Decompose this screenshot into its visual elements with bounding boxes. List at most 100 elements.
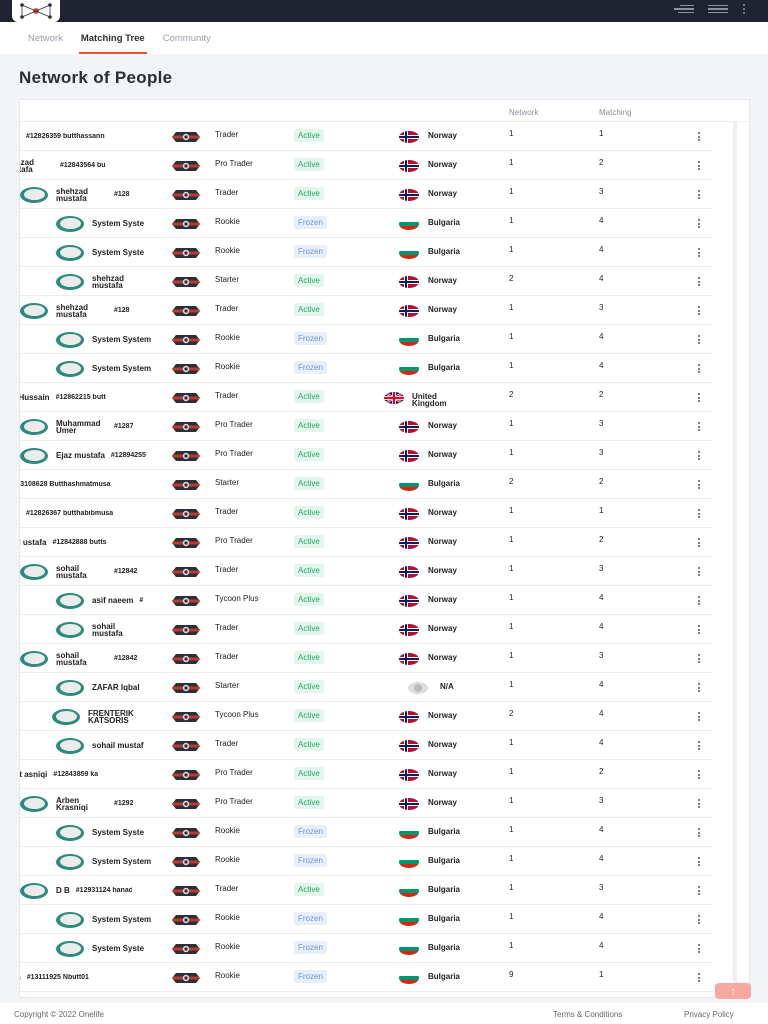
country-name: Bulgaria — [428, 914, 461, 923]
table-row[interactable]: System System Rookie Frozen Bulgaria 1 4 — [20, 847, 713, 876]
row-actions-kebab-icon[interactable] — [697, 857, 701, 866]
rank-badge-icon — [170, 333, 202, 347]
matching-count: 2 — [599, 477, 604, 486]
table-row[interactable]: striot asniqi #12843859 ka Pro Trader Activ… — [20, 760, 713, 789]
tab-community[interactable]: Community — [155, 22, 219, 54]
table-row[interactable]: sohail mustafa #12842 Trader Active Norway 1 3 — [20, 644, 713, 673]
table-row[interactable]: sohail mustafa #12842 Trader Active Norway 1 3 — [20, 557, 713, 586]
row-actions-kebab-icon[interactable] — [697, 683, 701, 692]
user-name: sohail mustaf — [92, 741, 144, 750]
row-actions-kebab-icon[interactable] — [697, 364, 701, 373]
rank-name: Trader — [215, 652, 239, 661]
table-row[interactable]: shehzad mustafa Starter Active Norway 2 4 — [20, 267, 713, 296]
table-row[interactable]: System System Rookie Frozen Bulgaria 1 4 — [20, 325, 713, 354]
table-row[interactable]: System Syste Rookie Frozen Bulgaria 1 4 — [20, 238, 713, 267]
table-row[interactable]: System Syste Rookie Frozen Bulgaria 1 4 — [20, 818, 713, 847]
user-cell: System Syste — [56, 818, 144, 847]
row-actions-kebab-icon[interactable] — [697, 596, 701, 605]
row-actions-kebab-icon[interactable] — [697, 509, 701, 518]
table-row[interactable]: Muhammad Umer #1287 Pro Trader Active Norway… — [20, 412, 713, 441]
hamburger-icon[interactable] — [674, 4, 694, 14]
terms-link[interactable]: Terms & Conditions — [553, 1010, 622, 1019]
privacy-link[interactable]: Privacy Policy — [684, 1010, 734, 1019]
table-scrollbar[interactable] — [733, 122, 737, 992]
brand-logo[interactable] — [12, 0, 60, 22]
table-row[interactable]: shehzad mustafa #12843564 bu Pro Trader Act… — [20, 151, 713, 180]
row-actions-kebab-icon[interactable] — [697, 422, 701, 431]
row-actions-kebab-icon[interactable] — [697, 538, 701, 547]
bulgaria-flag-icon — [399, 479, 419, 491]
rank-name: Trader — [215, 304, 239, 313]
row-actions-kebab-icon[interactable] — [697, 306, 701, 315]
table-row[interactable]: asif naeem # Tycoon Plus Active Norway 1 4 — [20, 586, 713, 615]
table-row[interactable]: System Syste Rookie Frozen Bulgaria 1 4 — [20, 209, 713, 238]
row-actions-kebab-icon[interactable] — [697, 770, 701, 779]
row-actions-kebab-icon[interactable] — [697, 944, 701, 953]
row-actions-kebab-icon[interactable] — [697, 451, 701, 460]
row-actions-kebab-icon[interactable] — [697, 741, 701, 750]
column-header-matching: Matching — [599, 108, 632, 117]
row-actions-kebab-icon[interactable] — [697, 480, 701, 489]
user-name: shehzad mustafa — [56, 186, 89, 203]
table-row[interactable]: System System Rookie Frozen Bulgaria 1 4 — [20, 905, 713, 934]
table-row[interactable]: System System Rookie Frozen Bulgaria 1 4 — [20, 354, 713, 383]
copyright-text: Copyright © 2022 Onelife — [14, 1010, 104, 1019]
user-name: System Syste — [92, 219, 145, 228]
rank-badge-icon — [170, 652, 202, 666]
table-row[interactable]: Ejaz mustafa #12894255 Pro Trader Active Nor… — [20, 441, 713, 470]
table-row[interactable]: System Syste Rookie Frozen Bulgaria 1 4 — [20, 934, 713, 963]
table-row[interactable]: #12826359 butthassann Trader Active Norway 1… — [20, 122, 713, 151]
table-row[interactable]: D B #12931124 hanadom Trader Active Bulgaria… — [20, 876, 713, 905]
row-actions-kebab-icon[interactable] — [697, 219, 701, 228]
table-row[interactable]: sohail mustaf Trader Active Norway 1 4 — [20, 731, 713, 760]
table-row[interactable]: shif Hussain #12862215 butt Trader Active Un… — [20, 383, 713, 412]
bulgaria-flag-icon — [399, 856, 419, 868]
row-actions-kebab-icon[interactable] — [697, 132, 701, 141]
matching-count: 3 — [599, 883, 604, 892]
status-badge: Frozen — [294, 361, 327, 374]
row-actions-kebab-icon[interactable] — [697, 335, 701, 344]
table-row[interactable]: ohail ustafa #12842888 butts Pro Trader Act… — [20, 528, 713, 557]
row-actions-kebab-icon[interactable] — [697, 625, 701, 634]
user-name: sohail mustafa — [56, 563, 87, 580]
hamburger-icon[interactable] — [708, 4, 728, 14]
table-row[interactable]: FRENTERIK KATSORIS Tycoon Plus Active Norwa… — [20, 702, 713, 731]
status-badge: Active — [294, 158, 324, 171]
row-actions-kebab-icon[interactable] — [697, 567, 701, 576]
table-row[interactable]: shehzad mustafa #128 Trader Active Norway 1 3 — [20, 180, 713, 209]
table-row[interactable]: 3#13108628 Butthashmatmusa Starter Active B… — [20, 470, 713, 499]
tab-network[interactable]: Network — [20, 22, 71, 54]
row-actions-kebab-icon[interactable] — [697, 248, 701, 257]
row-actions-kebab-icon[interactable] — [697, 277, 701, 286]
rank-name: Pro Trader — [215, 159, 253, 168]
scroll-to-top-button[interactable]: ↑ — [715, 983, 751, 999]
row-actions-kebab-icon[interactable] — [697, 799, 701, 808]
table-row[interactable]: ZAFAR Iqbal Starter Active N/A 1 4 — [20, 673, 713, 702]
table-row[interactable]: stem #13111925 Nbutt01 Rookie Frozen Bulgari… — [20, 963, 713, 992]
network-count: 1 — [509, 535, 514, 544]
row-actions-kebab-icon[interactable] — [697, 712, 701, 721]
matching-count: 3 — [599, 419, 604, 428]
table-row[interactable]: #12826367 butthabibmusa Trader Active Norwa… — [20, 499, 713, 528]
table-row[interactable]: Arben Krasniqi #1292 Pro Trader Active Norwa… — [20, 789, 713, 818]
row-actions-kebab-icon[interactable] — [697, 654, 701, 663]
row-actions-kebab-icon[interactable] — [697, 393, 701, 402]
table-row[interactable]: shehzad mustafa #128 Trader Active Norway 1 3 — [20, 296, 713, 325]
row-actions-kebab-icon[interactable] — [697, 973, 701, 982]
avatar — [20, 563, 48, 580]
table-row[interactable]: sohail mustafa Trader Active Norway 1 4 — [20, 615, 713, 644]
row-actions-kebab-icon[interactable] — [697, 161, 701, 170]
row-actions-kebab-icon[interactable] — [697, 828, 701, 837]
row-actions-kebab-icon[interactable] — [697, 190, 701, 199]
matching-count: 3 — [599, 651, 604, 660]
status-badge: Active — [294, 796, 324, 809]
row-actions-kebab-icon[interactable] — [697, 886, 701, 895]
country-name: Norway — [428, 537, 457, 546]
row-actions-kebab-icon[interactable] — [697, 915, 701, 924]
kebab-icon[interactable] — [742, 4, 746, 14]
network-count: 1 — [509, 303, 514, 312]
rank-name: Rookie — [215, 362, 240, 371]
avatar — [56, 244, 84, 261]
rank-badge-icon — [170, 565, 202, 579]
tab-matching-tree[interactable]: Matching Tree — [73, 22, 153, 54]
